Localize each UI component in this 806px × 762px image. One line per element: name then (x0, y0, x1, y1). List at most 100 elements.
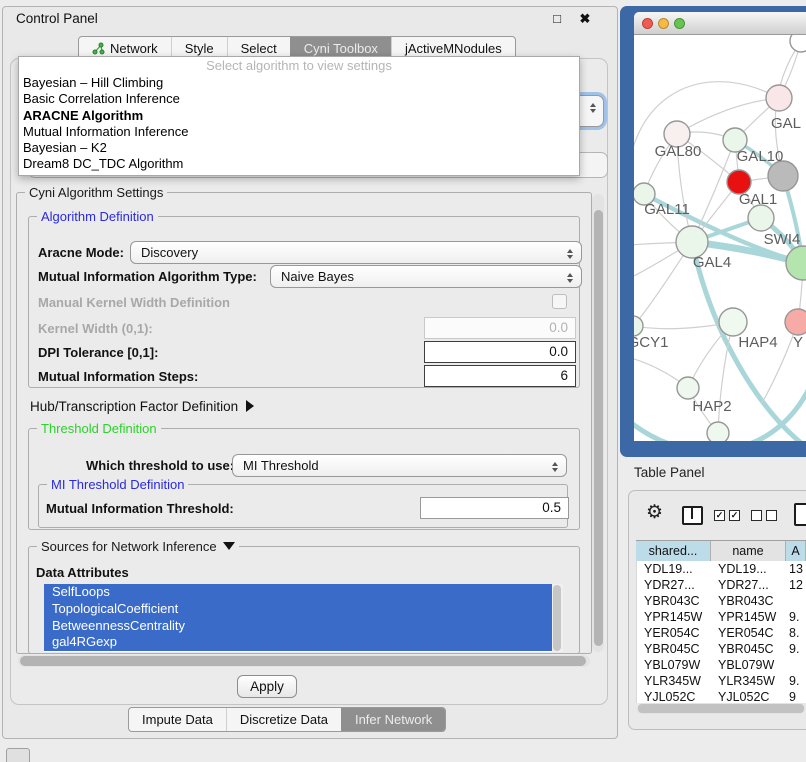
deselect-all-checkboxes-icon[interactable] (751, 510, 777, 521)
tab-label: Network (110, 41, 158, 56)
node-label-y: Y (793, 334, 803, 351)
table-cell: 8. (785, 625, 806, 641)
mi-steps-input[interactable]: 6 (424, 365, 576, 387)
table-cell: YDR27... (637, 577, 711, 593)
document-icon[interactable] (794, 503, 806, 526)
table-horizontal-scrollbar-thumb[interactable] (638, 704, 804, 713)
minimize-traffic-light-icon[interactable] (658, 18, 669, 29)
manual-kernel-checkbox[interactable] (552, 294, 567, 309)
sources-toggle[interactable]: Sources for Network Inference (37, 539, 239, 554)
table-row[interactable]: YBR045CYBR045C9. (637, 641, 806, 657)
attribute-item-betweennesscentrality[interactable]: BetweennessCentrality (44, 618, 552, 635)
kernel-width-label: Kernel Width (0,1): (38, 321, 153, 336)
table-cell: 12 (785, 577, 806, 593)
tab-label: Discretize Data (240, 712, 328, 727)
expand-right-icon (246, 400, 254, 412)
aracne-mode-value: Discovery (141, 245, 198, 260)
algorithm-option-dream8-dc-tdc-algorithm[interactable]: Dream8 DC_TDC Algorithm (19, 156, 579, 172)
table-row[interactable]: YJL052CYJL052C9 (637, 689, 806, 703)
tab-impute-data[interactable]: Impute Data (129, 708, 226, 731)
sources-title: Sources for Network Inference (41, 539, 217, 554)
column-header-a[interactable]: A (786, 541, 806, 561)
select-all-checkboxes-icon[interactable]: ✓✓ (714, 510, 740, 521)
algorithm-option-mutual-information-inference[interactable]: Mutual Information Inference (19, 124, 579, 140)
table-cell: YJL052C (637, 689, 711, 703)
dpi-tolerance-input[interactable]: 0.0 (424, 341, 576, 363)
collapsed-panel-icon[interactable] (6, 748, 30, 762)
network-window-titlebar[interactable] (634, 12, 806, 35)
attribute-item-topologicalcoefficient[interactable]: TopologicalCoefficient (44, 601, 552, 618)
float-window-icon[interactable]: □ (548, 10, 566, 28)
table-cell: YBR045C (711, 641, 785, 657)
network-canvas[interactable]: GALGAL80GAL10GAL1GAL11SWI4GAL4GCY1HAP4YH… (634, 35, 806, 441)
network-node-y[interactable] (785, 309, 806, 335)
column-header-shared[interactable]: shared... (636, 541, 711, 561)
zoom-traffic-light-icon[interactable] (674, 18, 685, 29)
table-row[interactable]: YLR345WYLR345W9. (637, 673, 806, 689)
table-cell: YLR345W (711, 673, 785, 689)
aracne-mode-select[interactable]: Discovery (130, 241, 582, 264)
table-header-row: shared...nameA (636, 540, 806, 562)
mi-type-select[interactable]: Naive Bayes (270, 265, 582, 288)
table-cell: YJL052C (711, 689, 785, 703)
algorithm-definition-title: Algorithm Definition (37, 209, 158, 224)
tab-infer-network[interactable]: Infer Network (341, 708, 445, 731)
settings-vertical-scrollbar-thumb[interactable] (594, 210, 603, 646)
table-row[interactable]: YBR043CYBR043C (637, 593, 806, 609)
algorithm-combo-edge[interactable] (578, 95, 604, 127)
algorithm-option-aracne-algorithm[interactable]: ARACNE Algorithm (19, 108, 579, 124)
which-threshold-select[interactable]: MI Threshold (232, 454, 567, 477)
close-icon[interactable]: ✖ (576, 10, 594, 28)
attribute-item-selfloops[interactable]: SelfLoops (44, 584, 552, 601)
table-row[interactable]: YDR27...YDR27...12 (637, 577, 806, 593)
scrollbar-thumb[interactable] (553, 585, 561, 651)
hub-definition-label: Hub/Transcription Factor Definition (30, 399, 238, 414)
cyni-bottom-tabs: Impute Data Discretize Data Infer Network (128, 707, 446, 732)
hub-definition-toggle[interactable]: Hub/Transcription Factor Definition (30, 399, 254, 414)
data-attributes-label: Data Attributes (36, 565, 129, 580)
kernel-width-input[interactable]: 0.0 (424, 317, 576, 339)
network-node-swi4[interactable] (748, 205, 774, 231)
network-graph[interactable]: GALGAL80GAL10GAL1GAL11SWI4GAL4GCY1HAP4YH… (634, 35, 806, 441)
table-row[interactable]: YPR145WYPR145W9. (637, 609, 806, 625)
column-header-name[interactable]: name (711, 541, 786, 561)
table-row[interactable]: YDL19...YDL19...13 (637, 561, 806, 577)
tab-discretize-data[interactable]: Discretize Data (226, 708, 341, 731)
node-label-gal80: GAL80 (655, 143, 702, 160)
network-node-hap2[interactable] (677, 377, 699, 399)
network-node-unlabeled[interactable] (786, 246, 806, 280)
node-table: shared...nameA (636, 540, 806, 562)
table-cell: YBR043C (711, 593, 785, 609)
which-threshold-label: Which threshold to use: (86, 458, 234, 473)
apply-button[interactable]: Apply (237, 675, 297, 698)
table-cell: YBR043C (637, 593, 711, 609)
table-cell: 9. (785, 609, 806, 625)
table-body: YDL19...YDL19...13YDR27...YDR27...12YBR0… (636, 561, 806, 703)
mi-threshold-input[interactable]: 0.5 (420, 497, 569, 519)
columns-icon[interactable] (682, 506, 703, 525)
gear-icon[interactable]: ⚙ (646, 502, 663, 524)
network-node-unlabeled[interactable] (790, 35, 806, 52)
attribute-item-gal4rgexp[interactable]: gal4RGexp (44, 634, 552, 651)
network-node-unlabeled[interactable] (707, 422, 729, 441)
settings-horizontal-scrollbar-thumb[interactable] (20, 656, 586, 666)
table-cell: 9 (785, 689, 806, 703)
algorithm-option-basic-correlation-inference[interactable]: Basic Correlation Inference (19, 91, 579, 107)
close-traffic-light-icon[interactable] (642, 18, 653, 29)
table-row[interactable]: YER054CYER054C8. (637, 625, 806, 641)
node-label-gal: GAL (771, 115, 801, 132)
mi-steps-label: Mutual Information Steps: (38, 369, 198, 384)
mi-type-label: Mutual Information Algorithm Type: (38, 269, 257, 284)
network-node-gal[interactable] (766, 85, 792, 111)
network-node-gcy1[interactable] (634, 316, 643, 336)
attributes-list-scrollbar[interactable] (552, 584, 563, 652)
network-node-unlabeled[interactable] (768, 161, 798, 191)
algorithm-option-bayesian-k2[interactable]: Bayesian – K2 (19, 140, 579, 156)
node-label-gal10: GAL10 (737, 148, 784, 165)
table-cell: YDL19... (711, 561, 785, 577)
manual-kernel-label: Manual Kernel Width Definition (38, 295, 230, 310)
node-label-hap4: HAP4 (738, 334, 777, 351)
algorithm-option-bayesian-hill-climbing[interactable]: Bayesian – Hill Climbing (19, 75, 579, 91)
network-node-hap4[interactable] (719, 308, 747, 336)
table-row[interactable]: YBL079WYBL079W (637, 657, 806, 673)
